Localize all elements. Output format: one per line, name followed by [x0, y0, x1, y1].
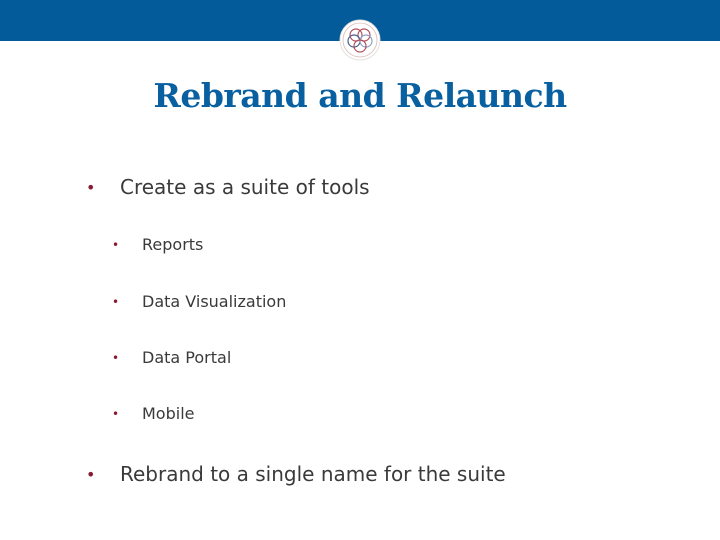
sub-bullet-text: Mobile	[142, 404, 195, 423]
sub-bullet-item: • Data Portal	[112, 348, 231, 367]
sub-bullet-item: • Mobile	[112, 404, 194, 423]
sub-bullet-text: Data Portal	[142, 348, 232, 367]
bullet-icon: •	[112, 237, 120, 252]
interlocking-rings-logo-icon	[339, 19, 381, 61]
bullet-item: • Create as a suite of tools	[86, 175, 370, 199]
bullet-icon: •	[112, 294, 120, 309]
bullet-item: • Rebrand to a single name for the suite	[86, 462, 506, 486]
bullet-text: Rebrand to a single name for the suite	[120, 462, 506, 486]
sub-bullet-text: Reports	[142, 235, 204, 254]
bullet-icon: •	[112, 406, 120, 421]
bullet-icon: •	[112, 350, 120, 365]
sub-bullet-text: Data Visualization	[142, 292, 287, 311]
bullet-icon: •	[86, 464, 96, 484]
slide-title: Rebrand and Relaunch	[153, 76, 567, 115]
bullet-text: Create as a suite of tools	[120, 175, 370, 199]
sub-bullet-item: • Reports	[112, 235, 203, 254]
sub-bullet-item: • Data Visualization	[112, 292, 286, 311]
bullet-icon: •	[86, 177, 96, 197]
